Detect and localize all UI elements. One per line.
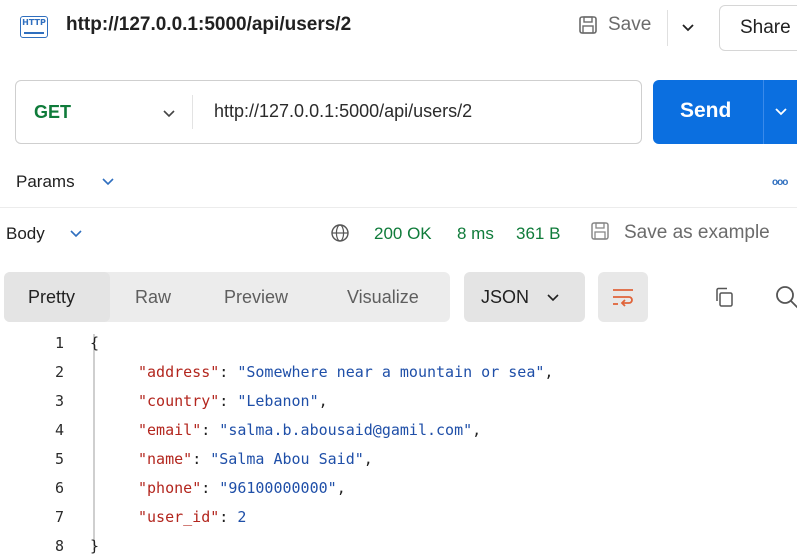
search-icon[interactable] xyxy=(774,284,797,310)
url-divider xyxy=(192,95,193,129)
code-line: 2 "address": "Somewhere near a mountain … xyxy=(0,363,797,391)
code-line: 3 "country": "Lebanon", xyxy=(0,392,797,420)
status-badge[interactable]: 200 OK xyxy=(374,224,432,244)
json-value: 96100000000 xyxy=(228,479,328,497)
line-number: 3 xyxy=(54,392,64,410)
save-button[interactable]: Save xyxy=(578,14,651,36)
tab-preview[interactable]: Preview xyxy=(224,287,288,308)
send-divider xyxy=(763,80,764,144)
json-value: Lebanon xyxy=(246,392,310,410)
json-value: Somewhere near a mountain or sea xyxy=(246,363,536,381)
text-wrap-icon xyxy=(613,289,633,307)
json-key: address xyxy=(147,363,211,381)
header-divider xyxy=(667,10,668,46)
code-line: 4 "email": "salma.b.abousaid@gamil.com", xyxy=(0,421,797,449)
url-input[interactable]: http://127.0.0.1:5000/api/users/2 xyxy=(214,101,472,122)
json-key: phone xyxy=(147,479,193,497)
share-button[interactable]: Share xyxy=(719,5,797,51)
code-line: 7 "user_id": 2 xyxy=(0,508,797,536)
code-line: 6 "phone": "96100000000", xyxy=(0,479,797,507)
globe-icon[interactable] xyxy=(330,223,350,243)
save-options-chevron-down-icon[interactable] xyxy=(680,17,696,37)
format-label: JSON xyxy=(481,287,530,307)
postman-request-view: HTTP http://127.0.0.1:5000/api/users/2 S… xyxy=(0,0,797,556)
line-number: 6 xyxy=(54,479,64,497)
send-button[interactable]: Send xyxy=(653,80,797,144)
method-select[interactable]: GET xyxy=(34,102,71,123)
save-as-example-button[interactable]: Save as example xyxy=(624,222,770,244)
json-key: name xyxy=(147,450,184,468)
format-select[interactable]: JSON xyxy=(464,272,585,322)
json-number-value: 2 xyxy=(237,508,247,526)
response-body-tab[interactable]: Body xyxy=(6,224,45,244)
line-number: 7 xyxy=(54,508,64,526)
wrap-lines-button[interactable] xyxy=(598,272,648,322)
line-number: 8 xyxy=(54,537,64,555)
format-chevron-down-icon xyxy=(547,294,559,302)
copy-icon[interactable] xyxy=(712,285,736,309)
save-example-floppy-icon[interactable] xyxy=(589,220,611,242)
response-time[interactable]: 8 ms xyxy=(457,224,494,244)
line-number: 2 xyxy=(54,363,64,381)
tab-visualize[interactable]: Visualize xyxy=(347,287,419,308)
code-line: 5 "name": "Salma Abou Said", xyxy=(0,450,797,478)
floppy-disk-icon xyxy=(579,16,597,34)
json-key: email xyxy=(147,421,193,439)
http-request-icon: HTTP xyxy=(20,16,48,38)
line-number: 5 xyxy=(54,450,64,468)
params-chevron-down-icon[interactable] xyxy=(101,175,115,189)
line-number: 1 xyxy=(54,334,64,352)
section-divider xyxy=(0,207,797,208)
json-key: user_id xyxy=(147,508,211,526)
response-code-editor[interactable]: 1 { 2 "address": "Somewhere near a mount… xyxy=(0,330,797,556)
close-brace: } xyxy=(90,537,100,555)
body-chevron-down-icon[interactable] xyxy=(69,227,83,241)
tab-params[interactable]: Params xyxy=(16,172,75,192)
url-bar: GET http://127.0.0.1:5000/api/users/2 xyxy=(15,80,642,144)
response-size[interactable]: 361 B xyxy=(516,224,560,244)
line-number: 4 xyxy=(54,421,64,439)
view-mode-tabs: Pretty Raw Preview Visualize xyxy=(4,272,450,322)
share-label: Share xyxy=(740,17,791,38)
request-title[interactable]: http://127.0.0.1:5000/api/users/2 xyxy=(66,14,351,36)
more-options-icon[interactable]: ooo xyxy=(772,177,788,188)
code-line: 1 { xyxy=(0,334,797,362)
send-label: Send xyxy=(680,99,732,122)
method-chevron-down-icon[interactable] xyxy=(162,105,176,121)
tab-raw[interactable]: Raw xyxy=(135,287,171,308)
http-badge-text: HTTP xyxy=(22,18,46,27)
json-value: salma.b.abousaid@gamil.com xyxy=(228,421,464,439)
code-line: 8 } xyxy=(0,537,797,556)
request-tab-header: HTTP http://127.0.0.1:5000/api/users/2 S… xyxy=(0,0,797,56)
save-label: Save xyxy=(608,14,652,35)
json-key: country xyxy=(147,392,211,410)
open-brace: { xyxy=(90,334,100,352)
tab-pretty[interactable]: Pretty xyxy=(28,287,75,308)
json-value: Salma Abou Said xyxy=(219,450,355,468)
send-options-chevron-down-icon[interactable] xyxy=(773,104,789,120)
